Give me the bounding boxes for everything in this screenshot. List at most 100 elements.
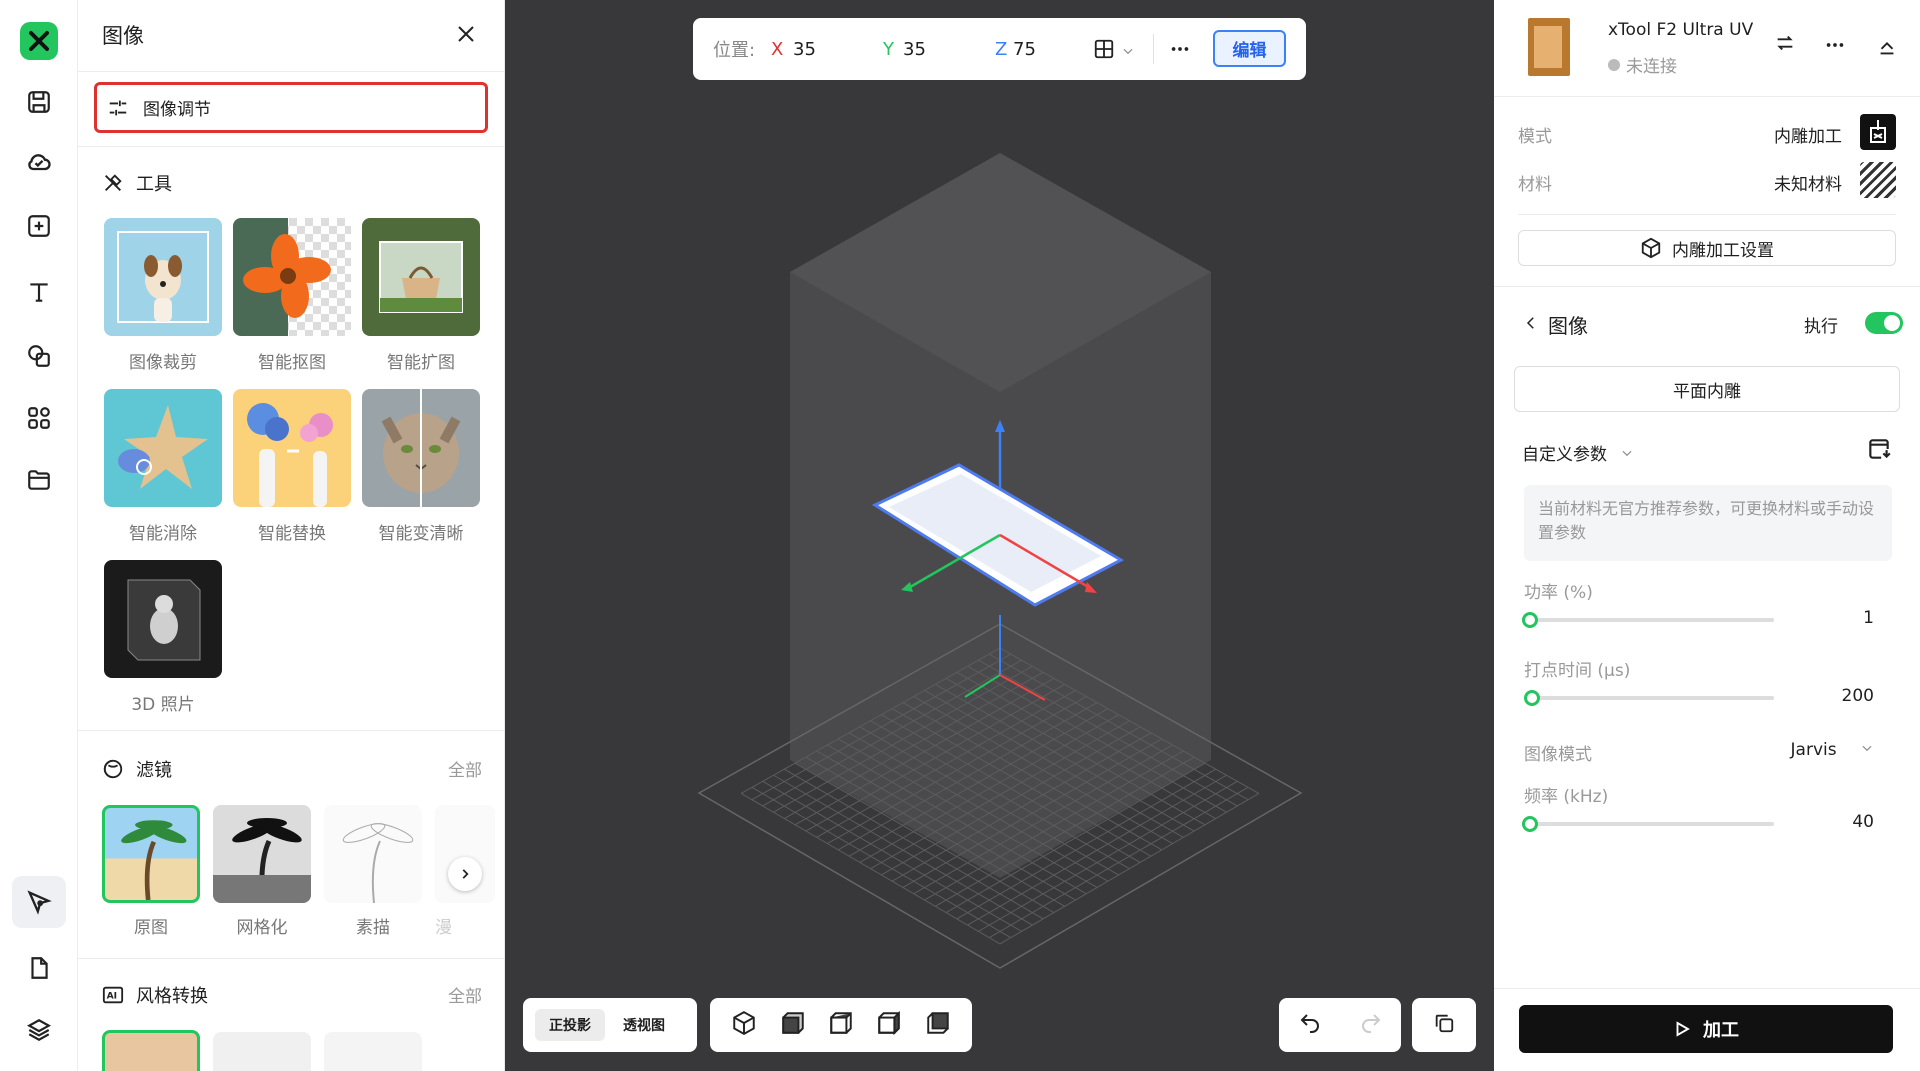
collapse-icon[interactable]: [1876, 36, 1898, 62]
front-view-icon[interactable]: [780, 1010, 806, 1040]
save-icon[interactable]: [19, 82, 59, 122]
tool-label: 图像裁剪: [129, 353, 197, 373]
tool-smart-erase[interactable]: 智能消除: [104, 389, 222, 544]
dot-time-slider[interactable]: [1524, 696, 1774, 700]
power-label: 功率 (%): [1524, 583, 1593, 603]
save-params-icon[interactable]: [1866, 436, 1892, 466]
side-view-icon[interactable]: [876, 1010, 902, 1040]
back-chevron-icon[interactable]: [1522, 314, 1540, 336]
filter-sketch[interactable]: 素描: [324, 805, 422, 938]
tool-smart-enhance[interactable]: 智能变清晰: [362, 389, 480, 544]
align-grid-icon[interactable]: [1093, 38, 1115, 65]
ai-icon: AI: [102, 986, 124, 1004]
copy-bar: [1412, 998, 1476, 1052]
z-axis-label: Z: [995, 38, 1008, 60]
tool-smart-expand[interactable]: 智能扩图: [362, 218, 480, 373]
dot-time-label: 打点时间 (µs): [1524, 661, 1631, 681]
power-value[interactable]: 1: [1863, 608, 1874, 628]
tool-3d-photo[interactable]: 3D 照片: [104, 560, 222, 715]
tool-smart-cutout[interactable]: 智能抠图: [233, 218, 351, 373]
mode-value[interactable]: 内雕加工: [1774, 122, 1842, 147]
filter-icon: [103, 759, 123, 779]
filter-label: 网格化: [236, 918, 288, 938]
z-value-input[interactable]: 75: [1013, 39, 1036, 60]
shapes-icon[interactable]: [19, 336, 59, 376]
dot-time-value[interactable]: 200: [1842, 686, 1874, 706]
style-all-link[interactable]: 全部: [448, 982, 482, 1007]
engrave-settings-button[interactable]: 内雕加工设置: [1518, 230, 1896, 266]
execute-toggle[interactable]: [1865, 312, 1903, 334]
tool-smart-replace[interactable]: 智能替换: [233, 389, 351, 544]
perspective-button[interactable]: 透视图: [609, 1009, 679, 1041]
device-name: xTool F2 Ultra UV: [1608, 20, 1754, 40]
power-slider-handle[interactable]: [1522, 612, 1538, 628]
custom-params-dropdown[interactable]: 自定义参数: [1522, 440, 1634, 465]
iso-view-icon[interactable]: [731, 1010, 757, 1040]
filter-grid[interactable]: 网格化: [213, 805, 311, 938]
close-icon[interactable]: [454, 22, 478, 50]
filter-label: 原图: [134, 918, 168, 938]
undo-icon[interactable]: [1298, 1011, 1322, 1039]
apps-icon[interactable]: [19, 398, 59, 438]
filters-all-link[interactable]: 全部: [448, 756, 482, 781]
material-label: 材料: [1518, 175, 1552, 195]
left-rail: [0, 0, 78, 1071]
x-value-input[interactable]: 35: [793, 39, 816, 60]
filters-heading: 滤镜: [102, 756, 172, 782]
frequency-slider-handle[interactable]: [1522, 816, 1538, 832]
redo-icon[interactable]: [1359, 1011, 1383, 1039]
y-axis-label: Y: [883, 38, 894, 60]
tool-image-crop[interactable]: 图像裁剪: [104, 218, 222, 373]
pen-tool-icon[interactable]: [12, 876, 66, 928]
workspace-3d-view: [697, 153, 1303, 969]
filter-original[interactable]: 原图: [102, 805, 200, 938]
back-view-icon[interactable]: [925, 1010, 951, 1040]
view-angle-bar: [710, 998, 972, 1052]
more-icon[interactable]: [1824, 34, 1846, 60]
copy-icon[interactable]: [1433, 1012, 1455, 1038]
document-icon[interactable]: [19, 948, 59, 988]
frequency-value[interactable]: 40: [1852, 812, 1874, 832]
power-slider[interactable]: [1524, 618, 1774, 622]
material-texture-icon[interactable]: [1860, 162, 1896, 198]
layers-icon[interactable]: [19, 1010, 59, 1050]
style-transfer-heading: AI 风格转换: [102, 982, 208, 1008]
chevron-right-icon[interactable]: [448, 857, 482, 891]
execute-label: 执行: [1804, 317, 1838, 337]
dot-time-slider-handle[interactable]: [1524, 690, 1540, 706]
projection-toggle: 正投影 透视图: [523, 998, 697, 1052]
frequency-slider[interactable]: [1524, 822, 1774, 826]
image-mode-label: 图像模式: [1524, 745, 1592, 765]
folder-icon[interactable]: [19, 460, 59, 500]
3d-canvas[interactable]: 位置: X 35 Y 35 Z 75 编辑 正投影 透视图: [505, 0, 1494, 1071]
material-value[interactable]: 未知材料: [1774, 170, 1842, 195]
layer-title: 图像: [1548, 314, 1588, 338]
chevron-down-icon: [1622, 450, 1632, 457]
text-icon[interactable]: [19, 272, 59, 312]
properties-panel: xTool F2 Ultra UV 未连接 模式 内雕加工 材料 未知材料 内雕…: [1494, 0, 1920, 1071]
y-value-input[interactable]: 35: [903, 39, 926, 60]
top-view-icon[interactable]: [828, 1010, 854, 1040]
style-thumb[interactable]: [102, 1030, 200, 1071]
image-adjust-button[interactable]: 图像调节: [94, 82, 488, 133]
tool-label: 智能抠图: [258, 353, 326, 373]
add-icon[interactable]: [19, 206, 59, 246]
chevron-down-icon[interactable]: [1121, 42, 1135, 63]
tool-label: 3D 照片: [131, 695, 195, 715]
orthographic-button[interactable]: 正投影: [535, 1009, 605, 1041]
image-mode-dropdown[interactable]: Jarvis: [1791, 740, 1874, 760]
style-thumb[interactable]: [213, 1032, 311, 1071]
device-status: 未连接: [1608, 52, 1677, 77]
style-thumb[interactable]: [324, 1032, 422, 1071]
edit-button[interactable]: 编辑: [1213, 30, 1286, 67]
switch-device-icon[interactable]: [1774, 32, 1796, 58]
engrave-mode-icon[interactable]: [1860, 114, 1896, 150]
xtool-logo-icon[interactable]: [20, 22, 58, 60]
process-button[interactable]: 加工: [1519, 1005, 1893, 1053]
engrave-type-button[interactable]: 平面内雕: [1514, 366, 1900, 412]
cloud-icon[interactable]: [19, 142, 59, 182]
sliders-icon: [109, 100, 127, 115]
cube-icon: [1641, 237, 1661, 259]
panel-header: 图像: [78, 0, 504, 72]
more-icon[interactable]: [1169, 38, 1191, 65]
